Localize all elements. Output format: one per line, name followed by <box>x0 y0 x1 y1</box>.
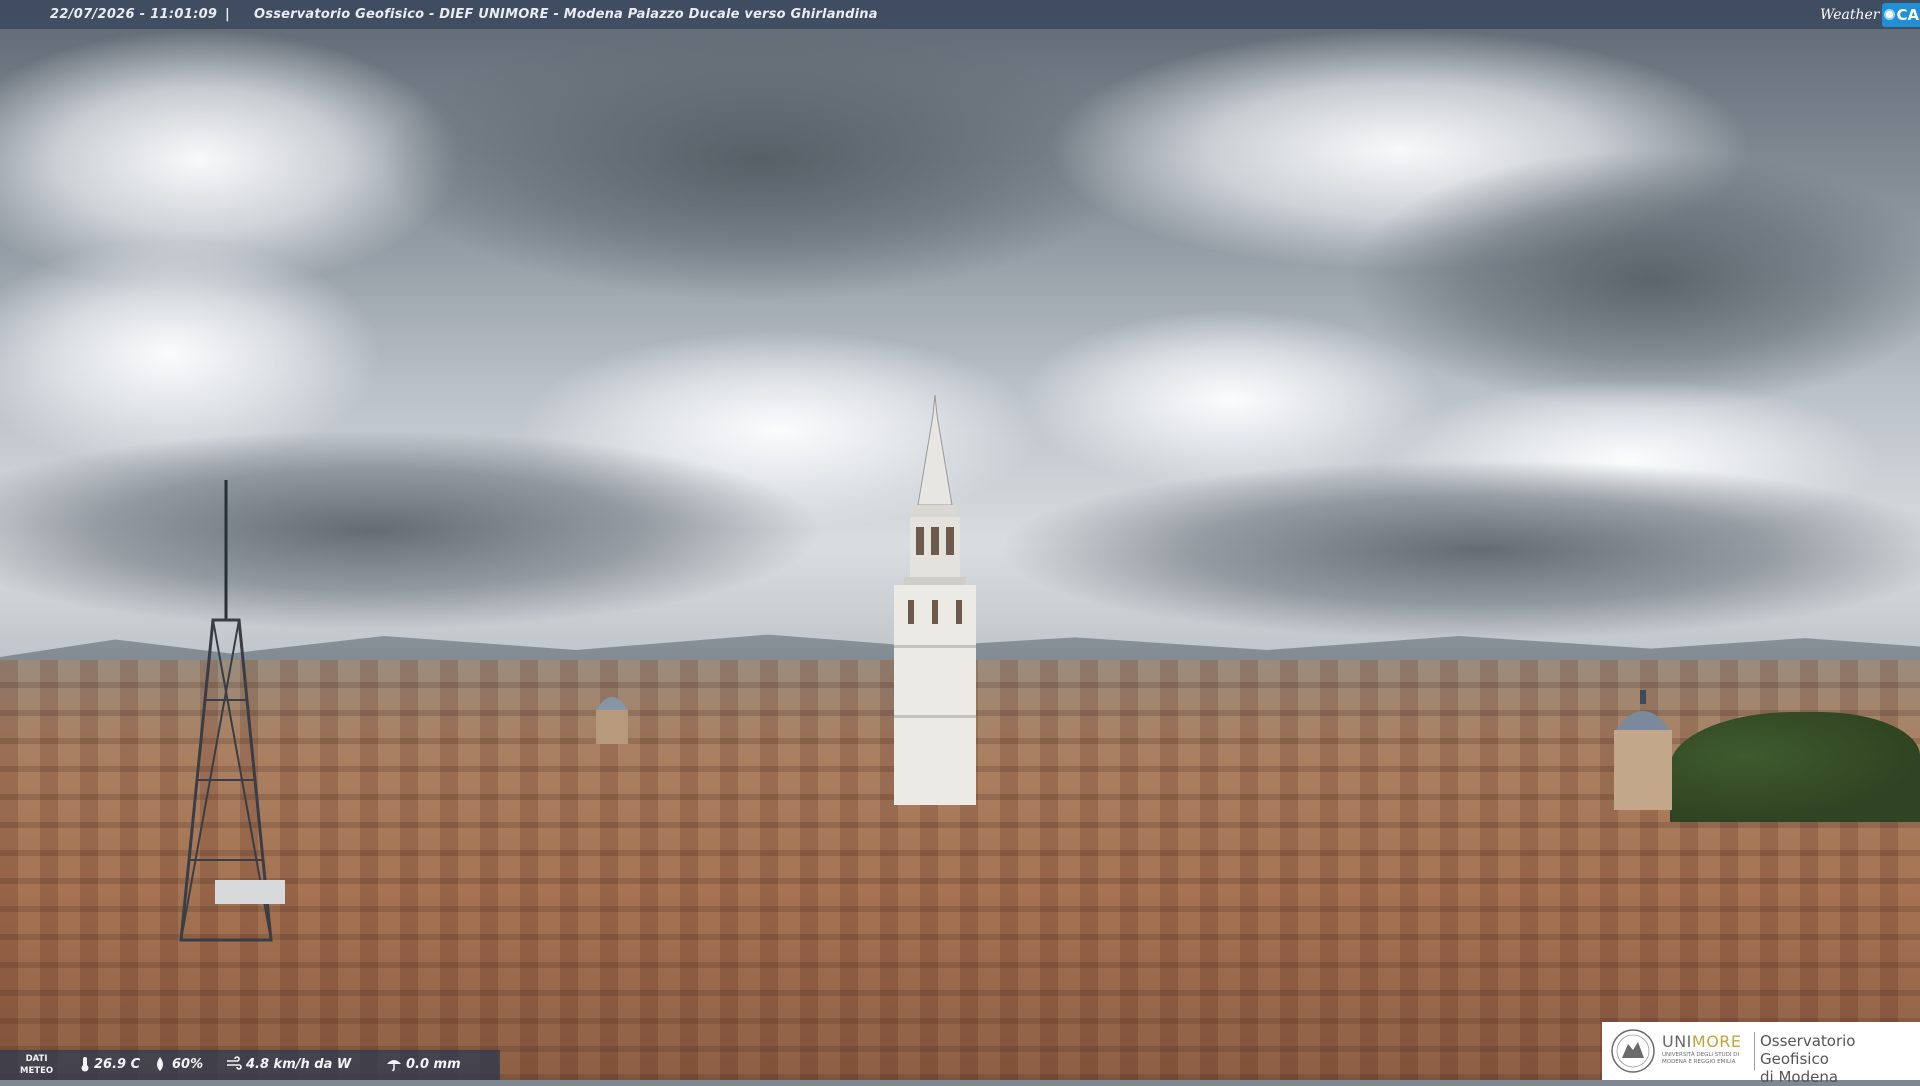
trees <box>1670 712 1920 822</box>
observatory-line2: di Modena <box>1760 1068 1920 1086</box>
humidity-readout: 60% <box>152 1056 203 1072</box>
church-dome-small <box>594 684 630 744</box>
observatory-name: Osservatorio Geofisico di Modena <box>1760 1032 1920 1086</box>
meteo-data-bar: DATI METEO 26.9 C 60% 4.8 km/h da W 0.0 … <box>0 1050 500 1080</box>
logo-cam: CAM <box>1882 3 1920 27</box>
webcam-header-bar: 22/07/2026 - 11:01:09 | Osservatorio Geo… <box>0 0 1920 29</box>
humidity-value: 60% <box>172 1057 203 1072</box>
unimore-more: MORE <box>1692 1032 1742 1051</box>
branding-divider <box>1754 1032 1755 1070</box>
cloud <box>1350 150 1920 410</box>
ghirlandina-tower <box>890 395 980 805</box>
unimore-seal-logo <box>1610 1028 1656 1074</box>
header-separator: | <box>225 7 230 22</box>
temperature-readout: 26.9 C <box>80 1056 140 1072</box>
observatory-branding: UNIMORE UNIVERSITÀ DEGLI STUDI DI MODENA… <box>1602 1022 1920 1080</box>
logo-cam-text: CAM <box>1897 6 1920 24</box>
thermometer-icon <box>80 1056 90 1072</box>
radio-antenna-tower <box>175 480 285 960</box>
logo-word: Weather <box>1816 7 1880 23</box>
meteo-label: DATI METEO <box>20 1053 53 1077</box>
webcam-image <box>0 0 1920 1080</box>
cloud <box>1000 460 1920 640</box>
umbrella-icon <box>386 1056 402 1072</box>
wind-readout: 4.8 km/h da W <box>226 1056 351 1072</box>
timestamp: 22/07/2026 - 11:01:09 <box>50 7 217 22</box>
unimore-wordmark: UNIMORE <box>1662 1032 1742 1051</box>
camera-lens-icon <box>1884 9 1895 20</box>
rain-value: 0.0 mm <box>406 1057 461 1072</box>
humidity-drop-icon <box>152 1056 168 1072</box>
observatory-line1: Osservatorio Geofisico <box>1760 1032 1920 1068</box>
church-dome <box>1612 690 1674 810</box>
meteo-label-line2: METEO <box>20 1065 53 1077</box>
unimore-uni: UNI <box>1662 1032 1692 1051</box>
temperature-value: 26.9 C <box>94 1057 140 1072</box>
meteo-label-line1: DATI <box>20 1053 53 1065</box>
camera-title: Osservatorio Geofisico - DIEF UNIMORE - … <box>254 7 878 22</box>
wind-value: 4.8 km/h da W <box>246 1057 351 1072</box>
rain-readout: 0.0 mm <box>386 1056 461 1072</box>
weathercam-logo: Weather CAM <box>1816 0 1920 29</box>
cloud <box>380 20 1140 300</box>
wind-icon <box>226 1056 242 1072</box>
unimore-subtitle: UNIVERSITÀ DEGLI STUDI DI MODENA E REGGI… <box>1662 1052 1744 1066</box>
